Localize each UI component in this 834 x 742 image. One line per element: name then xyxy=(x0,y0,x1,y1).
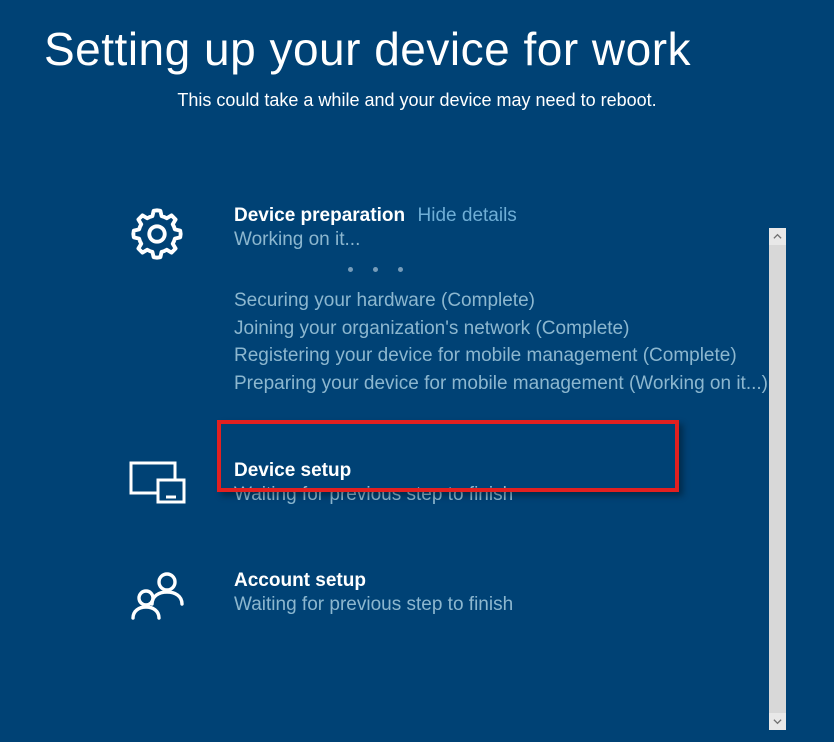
account-setup-heading: Account setup xyxy=(234,570,778,592)
device-setup-status: Waiting for previous step to finish xyxy=(234,484,778,506)
preparation-detail-1: Joining your organization's network (Com… xyxy=(234,315,778,343)
preparation-status: Working on it... xyxy=(234,229,778,251)
section-device-setup: Device setup Waiting for previous step t… xyxy=(128,460,778,508)
preparation-detail-3: Preparing your device for mobile managem… xyxy=(234,370,778,398)
account-setup-status: Waiting for previous step to finish xyxy=(234,594,778,616)
preparation-detail-2: Registering your device for mobile manag… xyxy=(234,342,778,370)
scrollbar-up-button[interactable] xyxy=(769,228,786,245)
scrollbar[interactable] xyxy=(769,228,786,730)
section-device-preparation: Device preparation Hide details Working … xyxy=(128,205,778,398)
gear-icon xyxy=(128,205,234,263)
preparation-detail-0: Securing your hardware (Complete) xyxy=(234,287,778,315)
progress-dots xyxy=(234,259,778,277)
people-icon xyxy=(128,570,234,622)
page-subtitle: This could take a while and your device … xyxy=(0,90,834,111)
page-title: Setting up your device for work xyxy=(0,0,834,76)
content-area: Device preparation Hide details Working … xyxy=(0,205,834,622)
devices-icon xyxy=(128,460,234,508)
device-setup-heading: Device setup xyxy=(234,460,778,482)
preparation-heading: Device preparation xyxy=(234,205,405,226)
scrollbar-down-button[interactable] xyxy=(769,713,786,730)
section-account-setup: Account setup Waiting for previous step … xyxy=(128,570,778,622)
hide-details-link[interactable]: Hide details xyxy=(418,205,517,226)
